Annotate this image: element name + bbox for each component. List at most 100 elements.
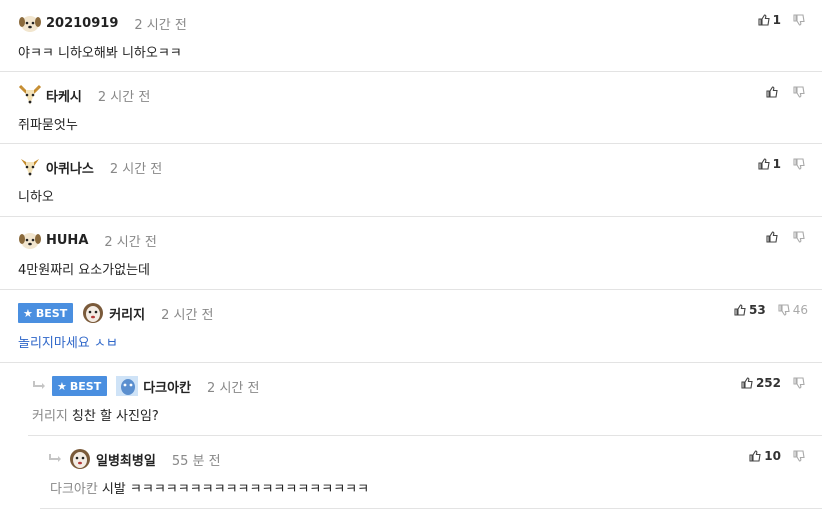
comment-header: 일병최병일 55 분 전 [48, 448, 221, 470]
vote-box: 1 [758, 154, 808, 174]
upvote-button[interactable]: 252 [741, 376, 781, 390]
comment-nickname[interactable]: 타케시 [46, 86, 82, 105]
vote-box: 53 46 [734, 300, 808, 320]
downvote-button[interactable] [793, 450, 808, 462]
comment-body: 쥐파묻엇누 [18, 118, 78, 133]
best-badge: ★ BEST [52, 376, 108, 396]
thumbs-up-icon [766, 231, 778, 243]
downvote-count: 46 [792, 303, 808, 317]
comment-item: 아퀴나스 2 시간 전 니하오 1 [0, 144, 822, 217]
upvote-count: 53 [749, 303, 766, 317]
comment-header: HUHA 2 시간 전 [18, 229, 157, 251]
upvote-button[interactable] [766, 231, 781, 243]
upvote-button[interactable]: 1 [758, 13, 781, 27]
downvote-button[interactable] [793, 158, 808, 170]
comment-text: 커리지 칭찬 할 사진임? [32, 405, 159, 424]
thumbs-up-icon [758, 14, 770, 26]
downvote-button[interactable] [793, 14, 808, 26]
photo-avatar-icon[interactable] [68, 448, 92, 470]
best-badge-label: BEST [69, 379, 102, 393]
comment-nickname[interactable]: 20210919 [46, 16, 118, 31]
mention-user[interactable]: 커리지 [32, 409, 68, 424]
downvote-button[interactable]: 46 [778, 303, 808, 317]
dog-avatar-icon[interactable] [18, 229, 42, 251]
blue-avatar-icon[interactable] [115, 375, 139, 397]
comment-text: 4만원짜리 요소가없는데 [18, 259, 150, 278]
comment-nickname[interactable]: 커리지 [109, 304, 145, 323]
downvote-button[interactable] [793, 377, 808, 389]
comment-time: 55 분 전 [171, 453, 221, 469]
comment-nickname[interactable]: 아퀴나스 [46, 158, 94, 177]
thumbs-up-icon [758, 158, 770, 170]
reply-arrow-icon [48, 454, 62, 464]
comment-time: 2 시간 전 [134, 17, 187, 33]
comment-header: 20210919 2 시간 전 [18, 12, 187, 34]
comment-time: 2 시간 전 [104, 234, 157, 250]
best-badge: ★ BEST [18, 303, 74, 323]
vote-box: 10 [749, 446, 808, 466]
thumbs-down-icon [793, 377, 805, 389]
reply-arrow-icon [32, 381, 46, 391]
comment-list: 20210919 2 시간 전 야ㅋㅋ 니하오해봐 니하오ㅋㅋ 1 타케시 2 … [0, 0, 840, 510]
comment-nickname[interactable]: 일병최병일 [96, 450, 156, 469]
comment-body: 4만원짜리 요소가없는데 [18, 263, 151, 278]
comment-header: ★ BEST 다크아칸 2 시간 전 [32, 375, 259, 397]
vote-box [766, 227, 808, 247]
comment-body: 시발 ㅋㅋㅋㅋㅋㅋㅋㅋㅋㅋㅋㅋㅋㅋㅋㅋㅋㅋㅋㅋ [101, 482, 370, 497]
thumbs-down-icon [793, 14, 805, 26]
comment-header: 아퀴나스 2 시간 전 [18, 156, 162, 178]
comment-time: 2 시간 전 [207, 380, 260, 396]
downvote-button[interactable] [793, 231, 808, 243]
comment-header: 타케시 2 시간 전 [18, 84, 150, 106]
upvote-count: 1 [772, 13, 781, 27]
comment-header: ★ BEST 커리지 2 시간 전 [18, 302, 214, 324]
comment-body: 니하오 [18, 190, 54, 205]
fox-avatar-icon[interactable] [18, 156, 42, 178]
thumbs-down-icon [793, 158, 805, 170]
thumbs-down-icon [793, 231, 805, 243]
thumbs-down-icon [793, 450, 805, 462]
comment-body: 야ㅋㅋ 니하오해봐 니하오ㅋㅋ [18, 46, 182, 61]
fox-avatar-icon[interactable] [18, 84, 42, 106]
vote-box [766, 82, 808, 102]
upvote-button[interactable]: 10 [749, 449, 781, 463]
star-icon: ★ [57, 379, 67, 393]
thumbs-down-icon [778, 304, 790, 316]
upvote-count: 252 [755, 376, 781, 390]
comment-item: ★ BEST 커리지 2 시간 전 놀리지마세요 ㅅㅂ 53 46 [0, 290, 822, 363]
thumbs-up-icon [749, 450, 761, 462]
best-badge-label: BEST [35, 306, 68, 320]
comment-text: 다크아칸 시발 ㅋㅋㅋㅋㅋㅋㅋㅋㅋㅋㅋㅋㅋㅋㅋㅋㅋㅋㅋㅋ [50, 478, 369, 497]
comment-item: 타케시 2 시간 전 쥐파묻엇누 [0, 72, 822, 144]
comment-time: 2 시간 전 [161, 307, 214, 323]
downvote-button[interactable] [793, 86, 808, 98]
star-icon: ★ [23, 306, 33, 320]
comment-nickname[interactable]: 다크아칸 [143, 377, 191, 396]
thumbs-up-icon [734, 304, 746, 316]
comment-body: 놀리지마세요 ㅅㅂ [18, 336, 118, 351]
comment-body: 칭찬 할 사진임? [71, 409, 159, 424]
reply-item: 일병최병일 55 분 전 다크아칸 시발 ㅋㅋㅋㅋㅋㅋㅋㅋㅋㅋㅋㅋㅋㅋㅋㅋㅋㅋㅋㅋ… [40, 436, 822, 509]
photo-avatar-icon[interactable] [81, 302, 105, 324]
dog-avatar-icon[interactable] [18, 12, 42, 34]
comment-nickname[interactable]: HUHA [46, 233, 88, 248]
thumbs-down-icon [793, 86, 805, 98]
upvote-count: 10 [764, 449, 781, 463]
comment-time: 2 시간 전 [97, 89, 151, 105]
upvote-count: 1 [772, 157, 781, 171]
comment-item: HUHA 2 시간 전 4만원짜리 요소가없는데 [0, 217, 822, 290]
upvote-button[interactable] [766, 86, 781, 98]
comment-text: 쥐파묻엇누 [18, 114, 78, 133]
thumbs-up-icon [766, 86, 778, 98]
upvote-button[interactable]: 53 [734, 303, 766, 317]
comment-text: 놀리지마세요 ㅅㅂ [18, 332, 118, 351]
comment-text: 니하오 [18, 186, 54, 205]
comment-time: 2 시간 전 [109, 161, 163, 177]
upvote-button[interactable]: 1 [758, 157, 781, 171]
mention-user[interactable]: 다크아칸 [50, 482, 98, 497]
reply-item: ★ BEST 다크아칸 2 시간 전 커리지 칭찬 할 사진임? 252 [28, 363, 822, 436]
comment-item: 20210919 2 시간 전 야ㅋㅋ 니하오해봐 니하오ㅋㅋ 1 [0, 0, 822, 72]
vote-box: 252 [741, 373, 808, 393]
thumbs-up-icon [741, 377, 753, 389]
vote-box: 1 [758, 10, 808, 30]
